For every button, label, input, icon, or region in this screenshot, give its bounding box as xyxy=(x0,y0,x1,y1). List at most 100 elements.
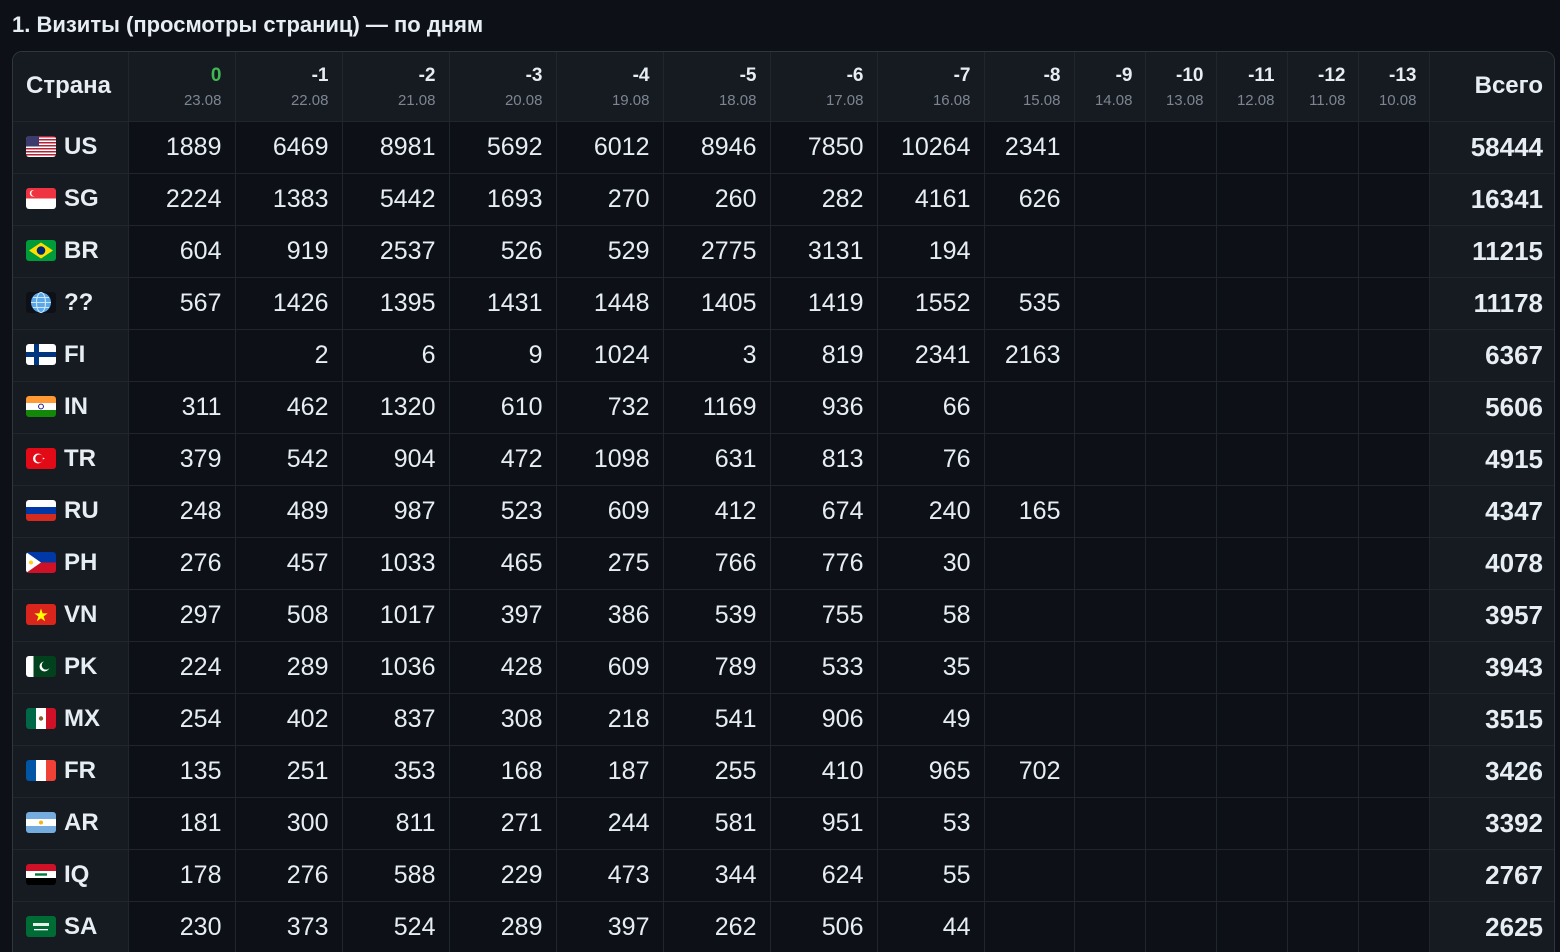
visits-cell: 987 xyxy=(342,485,450,538)
column-header-day[interactable]: -4 19.08 xyxy=(556,52,664,122)
column-header-day[interactable]: -9 14.08 xyxy=(1074,52,1146,122)
visits-cell: 373 xyxy=(235,901,343,952)
visits-cell xyxy=(1287,589,1359,642)
day-offset-label: -13 xyxy=(1389,64,1417,86)
visits-cell xyxy=(1074,329,1146,382)
visits-cell xyxy=(1287,381,1359,434)
visits-cell xyxy=(1358,849,1430,902)
visits-cell: 1405 xyxy=(663,277,771,330)
visits-cell: 2341 xyxy=(877,329,985,382)
column-header-day[interactable]: -5 18.08 xyxy=(663,52,771,122)
column-header-day[interactable]: -1 22.08 xyxy=(235,52,343,122)
pk-flag-icon xyxy=(26,656,56,677)
visits-cell: 270 xyxy=(556,173,664,226)
visits-cell: 1098 xyxy=(556,433,664,486)
column-header-day[interactable]: -6 17.08 xyxy=(770,52,878,122)
column-header-day[interactable]: -13 10.08 xyxy=(1358,52,1430,122)
country-code: IQ xyxy=(64,861,90,888)
country-code: IN xyxy=(64,393,88,420)
visits-cell: 4161 xyxy=(877,173,985,226)
day-offset-label: -6 xyxy=(846,64,864,86)
visits-cell: 379 xyxy=(128,433,236,486)
visits-cell xyxy=(1358,121,1430,174)
total-cell: 11178 xyxy=(1428,277,1554,330)
day-offset-label: -12 xyxy=(1318,64,1346,86)
visits-cell: 919 xyxy=(235,225,343,278)
visits-cell: 311 xyxy=(128,381,236,434)
visits-cell: 224 xyxy=(128,641,236,694)
us-flag-icon xyxy=(26,136,56,157)
visits-cell: 506 xyxy=(770,901,878,952)
column-header-day[interactable]: -12 11.08 xyxy=(1287,52,1359,122)
visits-cell: 8981 xyxy=(342,121,450,174)
visits-table-container: Страна 0 23.08 -1 22.08 -2 21.08 -3 20.08 -4 19.08… xyxy=(12,51,1555,952)
visits-cell xyxy=(1216,485,1288,538)
visits-cell xyxy=(1074,173,1146,226)
country-cell: IN xyxy=(13,381,129,434)
globe-icon xyxy=(26,292,56,313)
country-code: FI xyxy=(64,341,86,368)
visits-cell: 965 xyxy=(877,745,985,798)
table-row: FI 2 6 9 1024 3 819 2341 2163 6367 xyxy=(13,329,1554,382)
visits-cell xyxy=(1216,849,1288,902)
visits-cell xyxy=(984,849,1075,902)
visits-cell xyxy=(1287,121,1359,174)
visits-cell: 5442 xyxy=(342,173,450,226)
visits-cell: 535 xyxy=(984,277,1075,330)
visits-cell: 1552 xyxy=(877,277,985,330)
visits-cell: 187 xyxy=(556,745,664,798)
visits-cell xyxy=(1287,329,1359,382)
visits-cell xyxy=(1358,745,1430,798)
visits-cell xyxy=(1216,225,1288,278)
visits-table: Страна 0 23.08 -1 22.08 -2 21.08 -3 20.08 -4 19.08… xyxy=(13,52,1554,952)
column-header-day[interactable]: -2 21.08 xyxy=(342,52,450,122)
visits-cell: 276 xyxy=(235,849,343,902)
column-header-day[interactable]: -7 16.08 xyxy=(877,52,985,122)
vn-flag-icon xyxy=(26,604,56,625)
visits-cell xyxy=(1358,433,1430,486)
column-header-day[interactable]: -8 15.08 xyxy=(984,52,1075,122)
visits-cell xyxy=(1287,277,1359,330)
visits-cell: 255 xyxy=(663,745,771,798)
country-cell: VN xyxy=(13,589,129,642)
table-row: MX 254 402 837 308 218 541 906 49 3515 xyxy=(13,693,1554,746)
iq-flag-icon xyxy=(26,864,56,885)
column-header-day[interactable]: -11 12.08 xyxy=(1216,52,1288,122)
visits-cell: 2224 xyxy=(128,173,236,226)
visits-cell xyxy=(1287,641,1359,694)
visits-cell: 811 xyxy=(342,797,450,850)
visits-cell: 402 xyxy=(235,693,343,746)
total-cell: 3515 xyxy=(1428,693,1554,746)
visits-cell: 465 xyxy=(449,537,557,590)
ph-flag-icon xyxy=(26,552,56,573)
column-header-country[interactable]: Страна xyxy=(13,52,129,122)
visits-cell xyxy=(1216,173,1288,226)
visits-cell xyxy=(1145,225,1217,278)
column-header-day[interactable]: -3 20.08 xyxy=(449,52,557,122)
visits-cell xyxy=(1216,693,1288,746)
day-date-label: 16.08 xyxy=(932,91,971,109)
visits-cell: 6012 xyxy=(556,121,664,174)
column-header-day[interactable]: -10 13.08 xyxy=(1145,52,1217,122)
visits-cell xyxy=(1145,901,1217,952)
visits-cell: 1395 xyxy=(342,277,450,330)
day-offset-label: -2 xyxy=(418,64,436,86)
visits-cell: 539 xyxy=(663,589,771,642)
visits-cell: 732 xyxy=(556,381,664,434)
visits-cell: 300 xyxy=(235,797,343,850)
visits-cell: 7850 xyxy=(770,121,878,174)
total-cell: 3392 xyxy=(1428,797,1554,850)
column-header-day[interactable]: 0 23.08 xyxy=(128,52,236,122)
visits-cell xyxy=(1358,693,1430,746)
column-header-total[interactable]: Всего xyxy=(1428,52,1554,122)
visits-cell: 529 xyxy=(556,225,664,278)
visits-cell: 457 xyxy=(235,537,343,590)
visits-cell: 289 xyxy=(235,641,343,694)
visits-cell: 1693 xyxy=(449,173,557,226)
visits-cell: 766 xyxy=(663,537,771,590)
visits-cell: 1448 xyxy=(556,277,664,330)
day-offset-label: -10 xyxy=(1176,64,1204,86)
visits-cell xyxy=(1216,121,1288,174)
visits-cell xyxy=(984,797,1075,850)
visits-cell xyxy=(1145,537,1217,590)
